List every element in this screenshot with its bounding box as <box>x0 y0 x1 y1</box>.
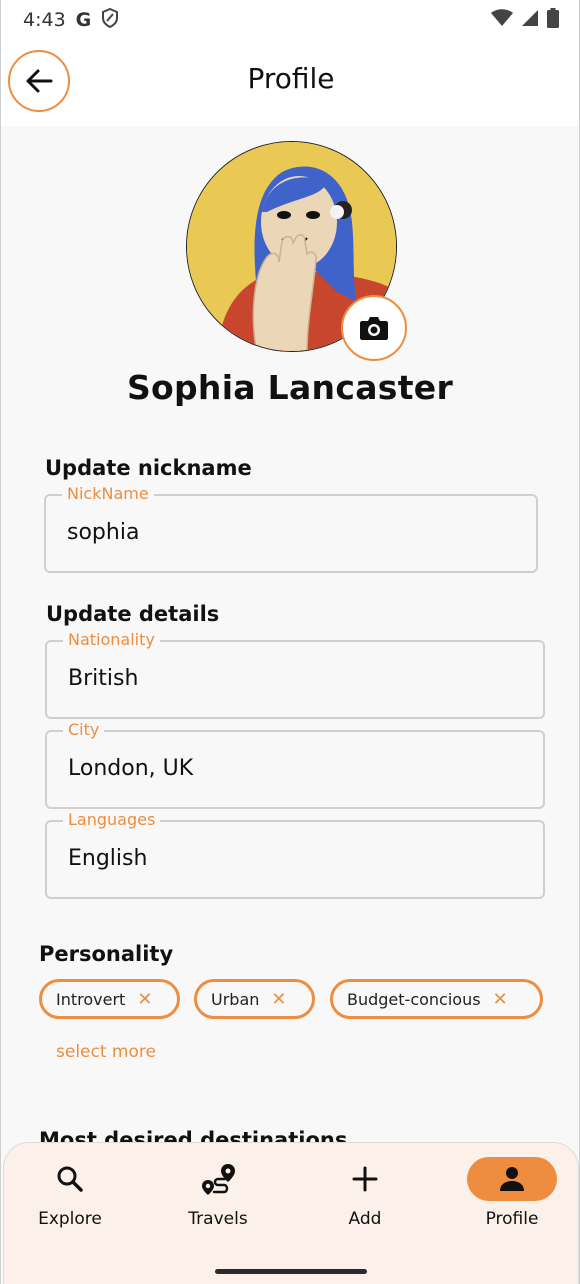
page-title: Profile <box>247 62 335 95</box>
personality-section-title: Personality <box>39 942 174 966</box>
nav-label-travels: Travels <box>188 1209 248 1229</box>
app-bar: Profile <box>1 40 579 126</box>
nav-item-explore[interactable]: Explore <box>10 1157 130 1247</box>
shield-icon <box>101 7 119 33</box>
app-frame: 4:43 G Profile Sophia Lancaster Update n… <box>0 0 580 1284</box>
nav-label-profile: Profile <box>485 1209 539 1229</box>
nickname-field-label: NickName <box>62 484 154 504</box>
home-indicator[interactable] <box>215 1269 367 1274</box>
chip-label: Urban <box>211 989 260 1009</box>
nationality-field-value: British <box>68 666 139 691</box>
nav-item-travels[interactable]: Travels <box>158 1157 278 1247</box>
nickname-section-title: Update nickname <box>45 456 252 480</box>
nav-icon-container-active <box>467 1157 557 1201</box>
nav-item-profile[interactable]: Profile <box>452 1157 572 1247</box>
nav-label-add: Add <box>348 1209 382 1229</box>
personality-chip-introvert[interactable]: Introvert ✕ <box>39 979 180 1019</box>
city-field-label: City <box>63 720 105 740</box>
nationality-field[interactable]: Nationality British <box>45 630 545 719</box>
nav-item-add[interactable]: Add <box>305 1157 425 1247</box>
bottom-nav: Explore Travels Add Profile <box>3 1142 579 1284</box>
nav-icon-container <box>320 1157 410 1201</box>
search-icon <box>57 1166 83 1192</box>
status-bar: 4:43 G <box>1 0 579 40</box>
route-icon <box>202 1164 235 1195</box>
nav-label-explore: Explore <box>38 1209 102 1229</box>
nav-icon-container <box>25 1157 115 1201</box>
languages-field[interactable]: Languages English <box>45 810 545 899</box>
personality-chip-urban[interactable]: Urban ✕ <box>194 979 315 1019</box>
select-more-link[interactable]: select more <box>56 1042 156 1062</box>
details-section-title: Update details <box>46 602 220 626</box>
battery-icon <box>547 7 559 33</box>
nickname-field[interactable]: NickName sophia <box>44 484 538 573</box>
change-photo-button[interactable] <box>341 295 407 361</box>
google-icon: G <box>75 9 92 31</box>
chip-label: Budget-concious <box>347 989 481 1009</box>
person-icon <box>500 1167 524 1191</box>
plus-icon <box>352 1166 378 1192</box>
remove-chip-icon[interactable]: ✕ <box>271 989 286 1010</box>
languages-field-label: Languages <box>63 810 161 830</box>
nav-icon-container <box>173 1157 263 1201</box>
city-field[interactable]: City London, UK <box>45 720 545 809</box>
camera-icon <box>360 317 388 340</box>
nationality-field-label: Nationality <box>63 630 160 650</box>
personality-chip-budget[interactable]: Budget-concious ✕ <box>330 979 543 1019</box>
signal-icon <box>521 9 539 32</box>
nickname-field-value: sophia <box>67 520 140 545</box>
profile-name: Sophia Lancaster <box>126 368 454 407</box>
status-time: 4:43 <box>23 9 66 31</box>
remove-chip-icon[interactable]: ✕ <box>493 989 508 1010</box>
languages-field-value: English <box>68 846 148 871</box>
wifi-icon <box>491 8 513 32</box>
city-field-value: London, UK <box>68 756 194 781</box>
chip-label: Introvert <box>56 989 126 1009</box>
remove-chip-icon[interactable]: ✕ <box>137 989 152 1010</box>
